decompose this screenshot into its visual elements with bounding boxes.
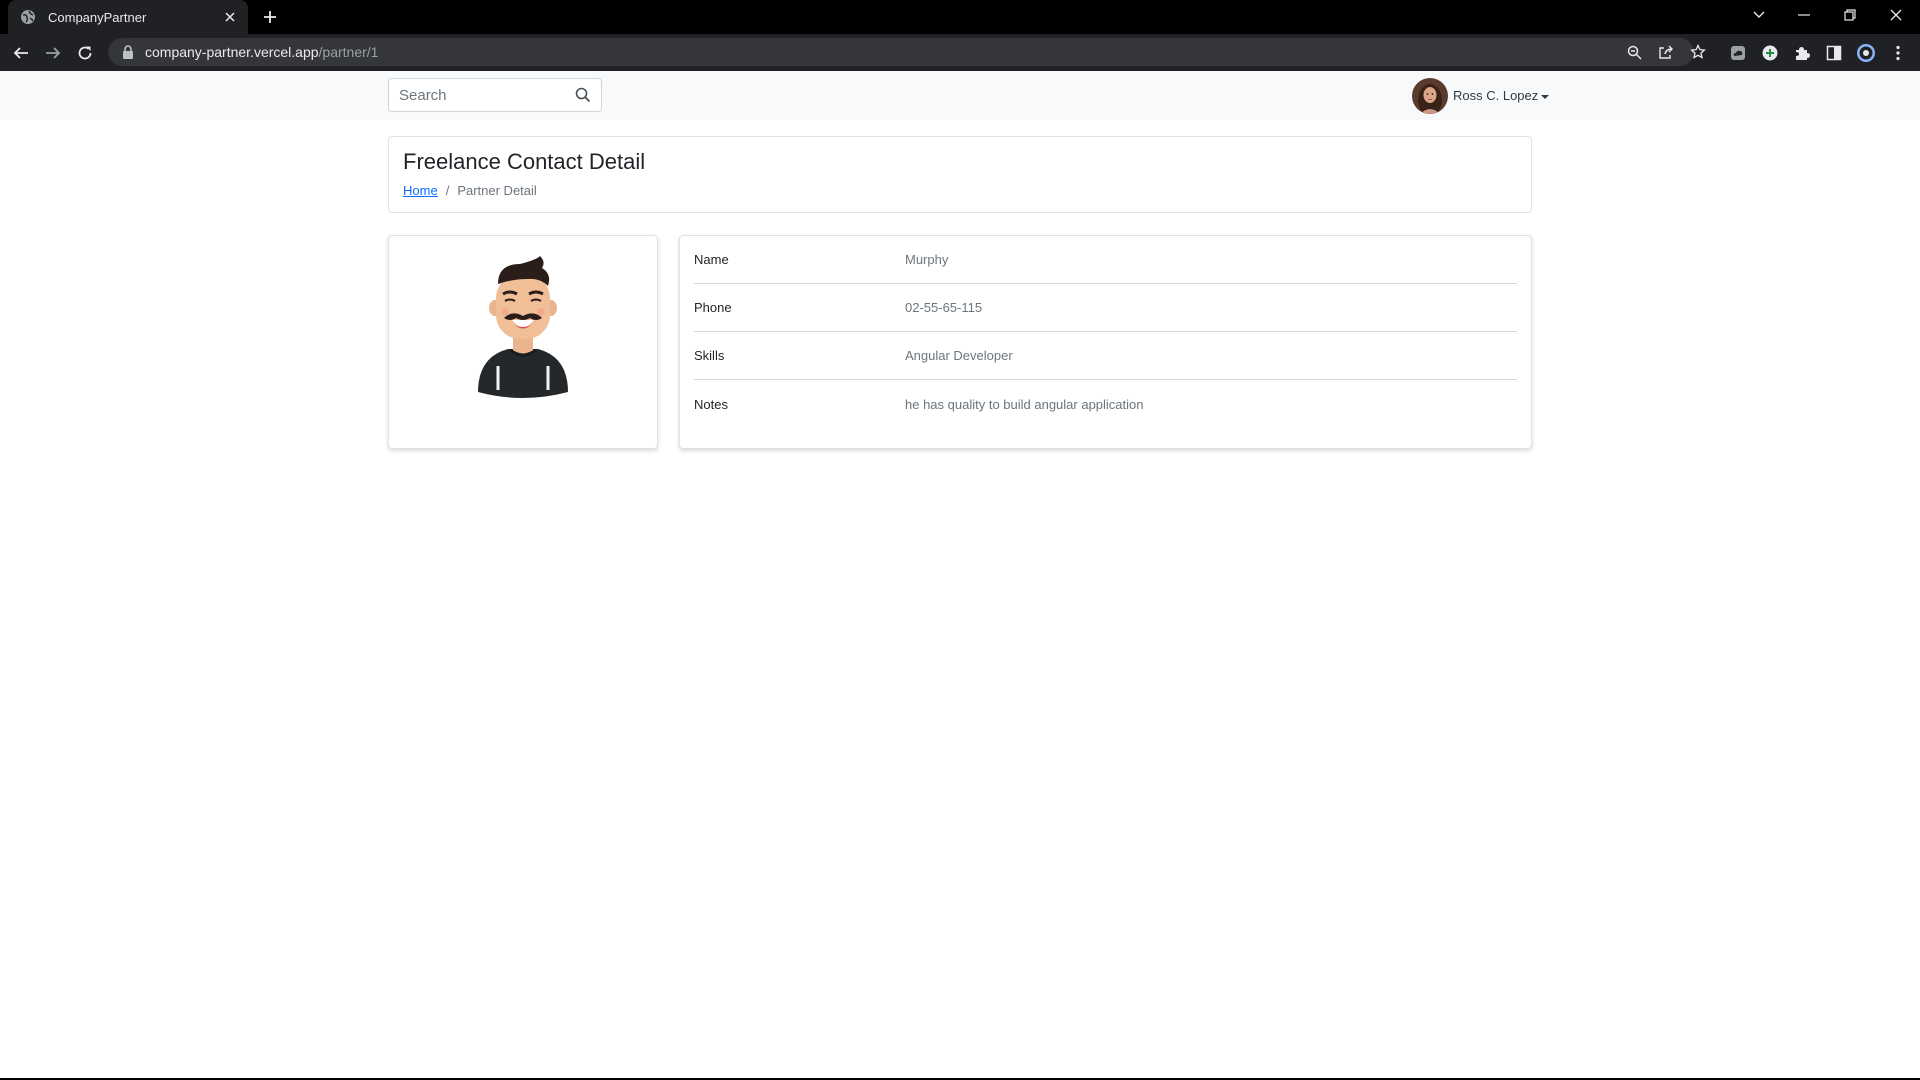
extensions-puzzle-icon[interactable] [1791,42,1813,64]
browser-toolbar: company-partner.vercel.app/partner/1 [0,34,1920,71]
detail-label: Phone [694,300,732,315]
partner-details-card: Name Murphy Phone 02-55-65-115 Skills An… [679,235,1532,449]
detail-row-skills: Skills Angular Developer [694,332,1517,380]
breadcrumb-home-link[interactable]: Home [403,183,438,198]
url-host: company-partner.vercel.app [145,44,319,60]
breadcrumb-separator: / [445,183,450,199]
partner-avatar-card [388,235,658,449]
browser-tab[interactable]: CompanyPartner [8,0,248,34]
zoom-icon[interactable] [1625,43,1643,61]
detail-value: Angular Developer [905,348,1013,363]
profile-icon[interactable] [1855,42,1877,64]
restore-icon[interactable] [1836,4,1864,26]
browser-menu-icon[interactable] [1887,42,1909,64]
caret-down-icon [1541,94,1550,99]
detail-row-notes: Notes he has quality to build angular ap… [694,380,1517,428]
user-menu-toggle[interactable]: Ross C. Lopez [1412,77,1550,114]
minimize-icon[interactable] [1790,4,1818,26]
app-navbar: Ross C. Lopez [0,71,1920,120]
detail-value: 02-55-65-115 [905,300,983,315]
url-text: company-partner.vercel.app/partner/1 [145,44,378,60]
globe-icon [20,9,36,25]
url-path: /partner/1 [318,44,379,60]
detail-label: Name [694,252,729,267]
partner-avatar-illustration [468,252,578,402]
search-input[interactable] [389,80,569,110]
search-box [388,78,602,112]
detail-label: Skills [694,348,725,363]
page-title: Freelance Contact Detail [403,149,646,174]
forward-icon[interactable] [42,42,64,64]
tab-close-icon[interactable] [222,9,238,25]
tab-title: CompanyPartner [48,9,147,25]
tab-search-chevron-icon[interactable] [1745,4,1773,26]
detail-row-phone: Phone 02-55-65-115 [694,284,1517,332]
detail-value: Murphy [905,252,949,267]
detail-row-name: Name Murphy [694,236,1517,284]
address-bar[interactable]: company-partner.vercel.app/partner/1 [108,38,1706,66]
user-name: Ross C. Lopez [1453,88,1539,103]
search-icon[interactable] [575,87,591,103]
extension-add-icon[interactable] [1759,42,1781,64]
reload-icon[interactable] [74,42,96,64]
new-tab-icon[interactable] [260,7,280,27]
bookmark-star-icon[interactable] [1689,43,1707,61]
detail-label: Notes [694,396,728,412]
page-header-card: Freelance Contact Detail Home / Partner … [388,136,1532,213]
breadcrumb: Home / Partner Detail [403,183,1517,198]
extension-cloud-icon[interactable] [1727,42,1749,64]
browser-tabstrip: CompanyPartner [0,0,1920,34]
side-panel-icon[interactable] [1823,42,1845,64]
avatar [1412,77,1448,114]
back-icon[interactable] [10,42,32,64]
detail-value: he has quality to build angular applicat… [905,396,1144,412]
share-icon[interactable] [1657,43,1675,61]
close-window-icon[interactable] [1882,4,1910,26]
lock-icon [122,45,134,59]
breadcrumb-current: Partner Detail [457,183,537,199]
